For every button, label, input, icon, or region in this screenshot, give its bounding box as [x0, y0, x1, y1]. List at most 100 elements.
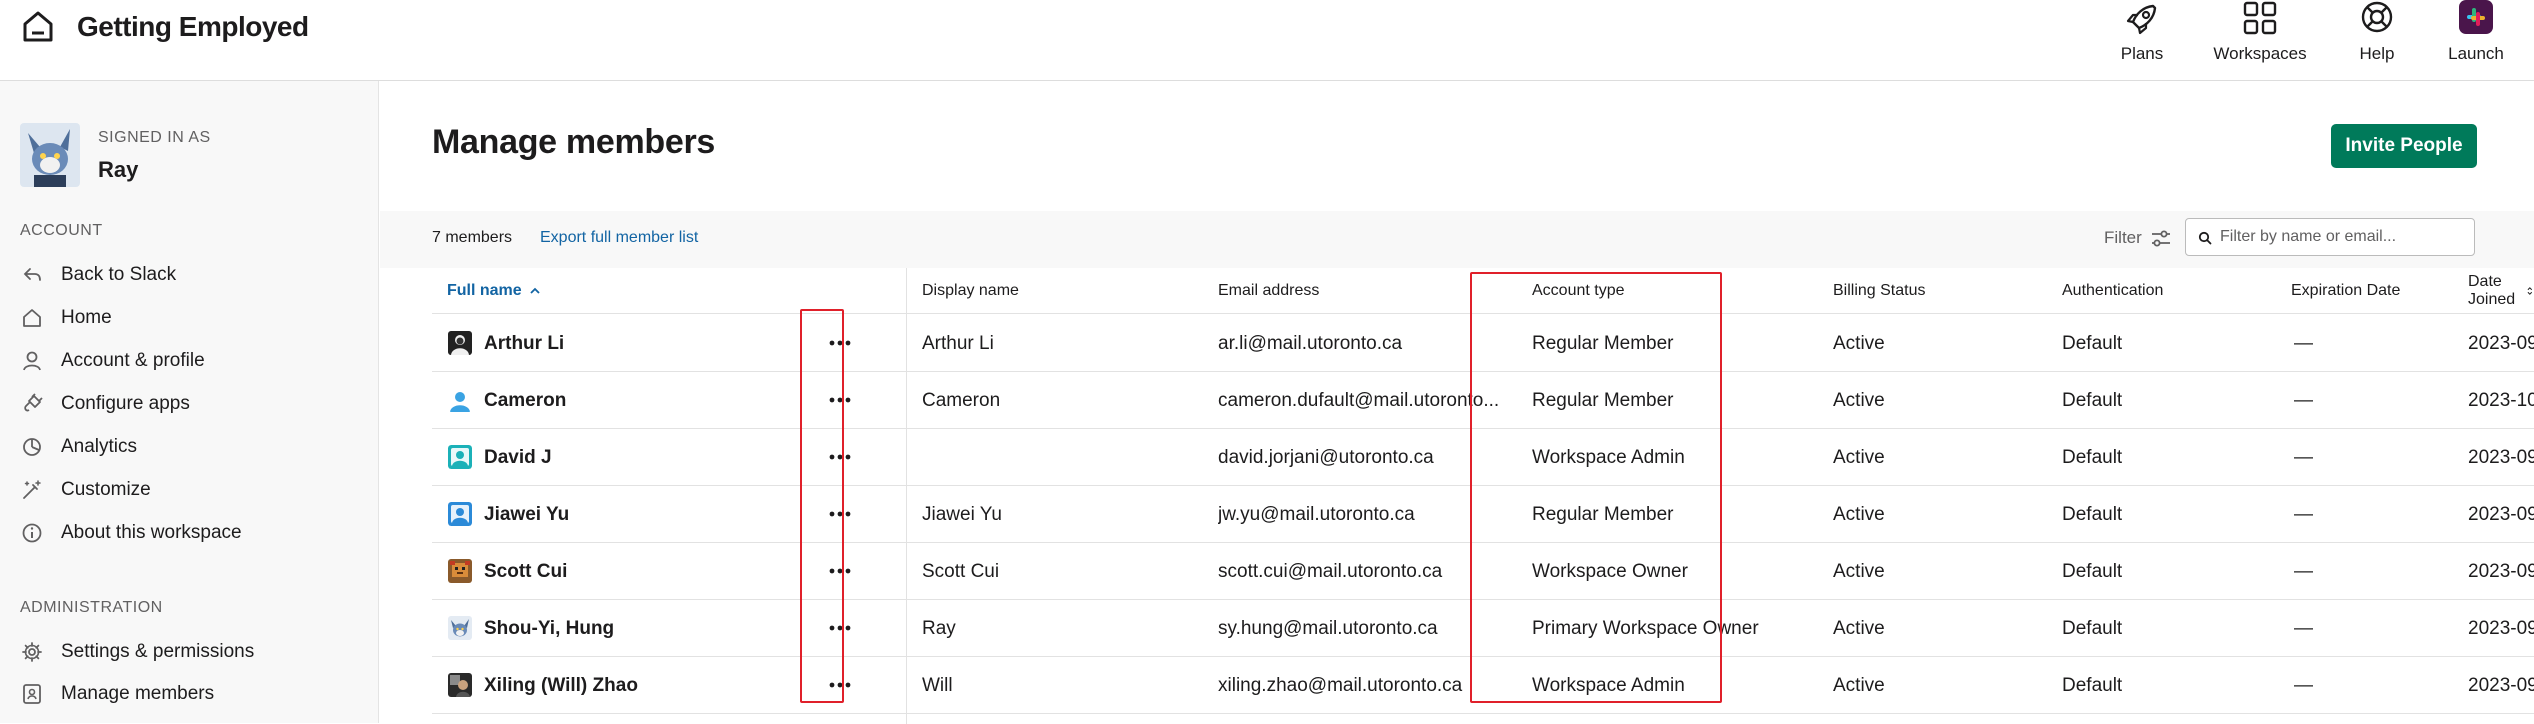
- member-display-name: Scott Cui: [922, 560, 1000, 582]
- member-authentication: Default: [2062, 332, 2123, 354]
- member-date-joined: 2023-09-25: [2468, 446, 2534, 468]
- member-avatar: [448, 445, 472, 469]
- member-date-joined: 2023-09-22: [2468, 503, 2534, 525]
- sidebar-item-customize[interactable]: Customize: [20, 472, 151, 508]
- member-full-name[interactable]: Scott Cui: [484, 543, 567, 600]
- sidebar-item-label: Analytics: [61, 436, 138, 457]
- sidebar-item-label: Back to Slack: [61, 264, 177, 285]
- main-content: Manage members Invite People 7 members E…: [380, 81, 2534, 724]
- sidebar-item-label: Manage members: [61, 683, 215, 704]
- sidebar-item-home[interactable]: Home: [20, 300, 112, 336]
- search-icon: [2198, 231, 2212, 245]
- column-header-full-name[interactable]: Full name: [447, 268, 542, 314]
- member-authentication: Default: [2062, 674, 2123, 696]
- account-section-title: ACCOUNT: [20, 222, 103, 239]
- table-row[interactable]: Shou-Yi, Hung Ray sy.hung@mail.utoronto.…: [432, 600, 2534, 657]
- workspace-home-icon[interactable]: [20, 8, 56, 44]
- more-actions-button[interactable]: [826, 671, 854, 699]
- export-member-list-link[interactable]: Export full member list: [540, 229, 698, 247]
- sidebar-item-account-profile[interactable]: Account & profile: [20, 343, 205, 379]
- member-authentication: Default: [2062, 503, 2123, 525]
- column-header-label: Full name: [447, 282, 522, 299]
- column-header-date-joined[interactable]: Date Joined: [2468, 268, 2534, 314]
- sidebar-item-manage-members[interactable]: Manage members: [20, 676, 214, 712]
- nav-help[interactable]: Help: [2355, 0, 2399, 81]
- sidebar-item-settings-permissions[interactable]: Settings & permissions: [20, 634, 254, 670]
- more-actions-button[interactable]: [826, 329, 854, 357]
- member-date-joined: 2023-10-28: [2468, 389, 2534, 411]
- more-actions-button[interactable]: [826, 386, 854, 414]
- sidebar-item-analytics[interactable]: Analytics: [20, 429, 137, 465]
- more-actions-button[interactable]: [826, 557, 854, 585]
- column-header-expiration-date[interactable]: Expiration Date: [2291, 268, 2400, 314]
- user-avatar[interactable]: [20, 123, 80, 187]
- member-authentication: Default: [2062, 389, 2123, 411]
- sort-ascending-icon: [530, 287, 540, 294]
- member-avatar: [448, 559, 472, 583]
- plug-icon: [20, 392, 44, 416]
- more-actions-button[interactable]: [826, 443, 854, 471]
- column-header-account-type[interactable]: Account type: [1532, 268, 1625, 314]
- member-full-name[interactable]: David J: [484, 429, 552, 486]
- filter-button[interactable]: Filter: [2104, 228, 2142, 248]
- column-header-email[interactable]: Email address: [1218, 268, 1319, 314]
- member-account-type: Workspace Admin: [1532, 674, 1685, 696]
- table-row[interactable]: Jiawei Yu Jiawei Yu jw.yu@mail.utoronto.…: [432, 486, 2534, 543]
- column-header-display-name[interactable]: Display name: [922, 268, 1019, 314]
- member-account-type: Regular Member: [1532, 389, 1674, 411]
- member-email: jw.yu@mail.utoronto.ca: [1218, 503, 1415, 525]
- member-expiration-date: —: [2294, 617, 2313, 639]
- nav-plans-label: Plans: [2120, 44, 2164, 63]
- member-date-joined: 2023-09-21: [2468, 617, 2534, 639]
- table-row[interactable]: Arthur Li Arthur Li ar.li@mail.utoronto.…: [432, 315, 2534, 372]
- table-row[interactable]: Cameron Cameron cameron.dufault@mail.uto…: [432, 372, 2534, 429]
- gear-icon: [20, 640, 44, 664]
- filter-search-input[interactable]: [2220, 219, 2470, 255]
- page-title: Manage members: [432, 123, 716, 161]
- member-billing-status: Active: [1833, 503, 1885, 525]
- filter-sliders-icon[interactable]: [2150, 228, 2172, 250]
- member-display-name: Cameron: [922, 389, 1001, 411]
- member-authentication: Default: [2062, 560, 2123, 582]
- member-list-icon: [20, 682, 44, 706]
- member-full-name[interactable]: Jiawei Yu: [484, 486, 569, 543]
- workspace-title[interactable]: Getting Employed: [77, 11, 309, 43]
- nav-launch-label: Launch: [2448, 44, 2504, 63]
- column-header-authentication[interactable]: Authentication: [2062, 268, 2163, 314]
- more-horizontal-icon: [829, 625, 851, 631]
- more-horizontal-icon: [829, 454, 851, 460]
- column-header-billing-status[interactable]: Billing Status: [1833, 268, 1926, 314]
- table-row[interactable]: David J david.jorjani@utoronto.ca Worksp…: [432, 429, 2534, 486]
- info-icon: [20, 521, 44, 545]
- filter-search-field[interactable]: [2185, 218, 2475, 256]
- member-full-name[interactable]: Shou-Yi, Hung: [484, 600, 614, 657]
- sidebar-item-configure-apps[interactable]: Configure apps: [20, 386, 190, 422]
- member-full-name[interactable]: Xiling (Will) Zhao: [484, 657, 638, 714]
- top-bar: Getting Employed Plans Workspaces Help L…: [0, 0, 2534, 81]
- sidebar-item-back-to-slack[interactable]: Back to Slack: [20, 257, 176, 293]
- invite-people-button[interactable]: Invite People: [2331, 124, 2477, 168]
- member-authentication: Default: [2062, 617, 2123, 639]
- more-horizontal-icon: [829, 682, 851, 688]
- table-row[interactable]: Xiling (Will) Zhao Will xiling.zhao@mail…: [432, 657, 2534, 714]
- more-actions-button[interactable]: [826, 500, 854, 528]
- table-row[interactable]: Scott Cui Scott Cui scott.cui@mail.utoro…: [432, 543, 2534, 600]
- member-avatar: [448, 673, 472, 697]
- sidebar-item-about-workspace[interactable]: About this workspace: [20, 515, 242, 551]
- member-expiration-date: —: [2294, 446, 2313, 468]
- member-full-name[interactable]: Arthur Li: [484, 315, 564, 372]
- member-expiration-date: —: [2294, 332, 2313, 354]
- nav-plans[interactable]: Plans: [2120, 0, 2164, 81]
- member-date-joined: 2023-09-22: [2468, 560, 2534, 582]
- member-account-type: Regular Member: [1532, 503, 1674, 525]
- member-expiration-date: —: [2294, 389, 2313, 411]
- member-authentication: Default: [2062, 446, 2123, 468]
- member-avatar: [448, 502, 472, 526]
- sidebar-item-label: Home: [61, 307, 112, 328]
- nav-launch[interactable]: Launch: [2448, 0, 2504, 81]
- more-actions-button[interactable]: [826, 614, 854, 642]
- member-full-name[interactable]: Cameron: [484, 372, 566, 429]
- member-email: david.jorjani@utoronto.ca: [1218, 446, 1434, 468]
- sidebar-item-label: Configure apps: [61, 393, 190, 414]
- nav-workspaces[interactable]: Workspaces: [2212, 0, 2308, 81]
